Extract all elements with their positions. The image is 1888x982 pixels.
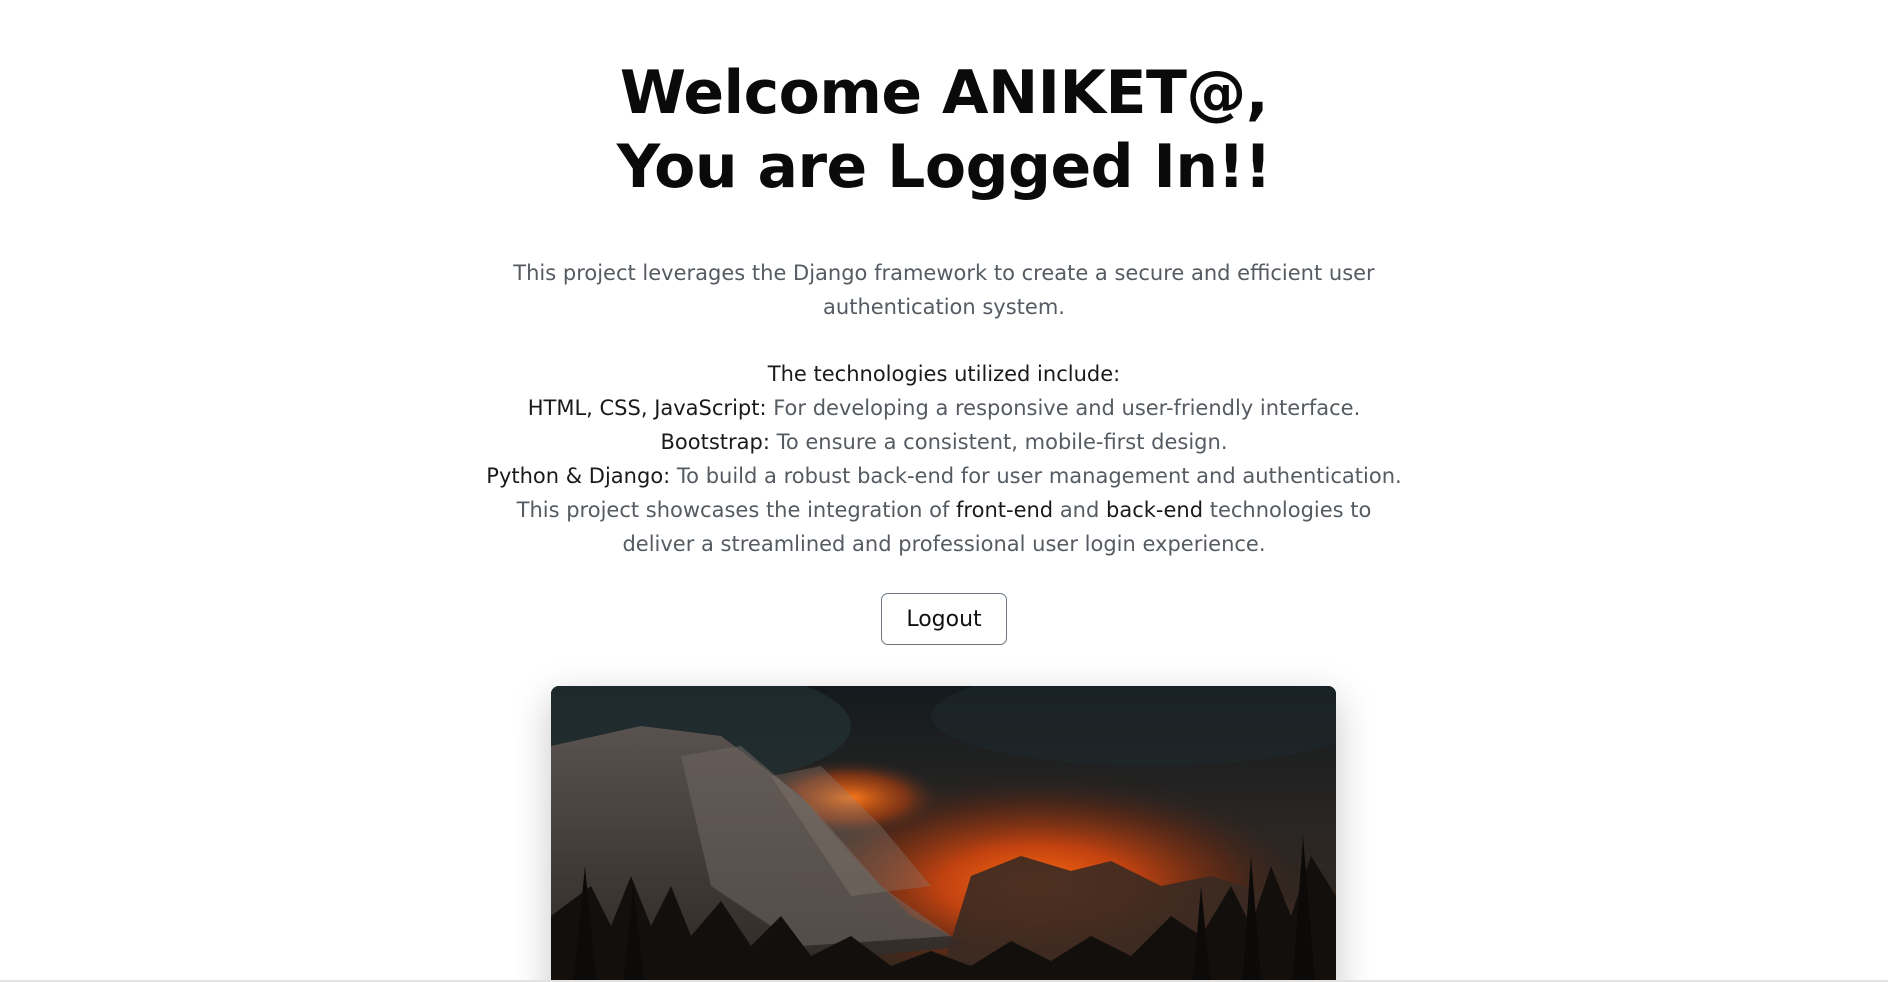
hero-section: Welcome ANIKET@, You are Logged In!! Thi… xyxy=(0,0,1888,645)
title-line-logged-in: You are Logged In!! xyxy=(616,132,1272,202)
landscape-image xyxy=(551,686,1336,982)
page-title: Welcome ANIKET@, You are Logged In!! xyxy=(0,0,1888,204)
tech-item-detail: For developing a responsive and user-fri… xyxy=(766,396,1361,420)
hero-image-card xyxy=(551,686,1336,982)
tech-item-name: HTML, CSS, JavaScript: xyxy=(527,396,767,420)
summary-and: and xyxy=(1053,498,1106,522)
technologies-heading: The technologies utilized include: xyxy=(767,362,1121,386)
project-description: This project leverages the Django framew… xyxy=(513,261,1375,319)
tech-item-bootstrap: Bootstrap: To ensure a consistent, mobil… xyxy=(484,425,1404,459)
tech-item-detail: To ensure a consistent, mobile-first des… xyxy=(769,430,1228,454)
logout-container: Logout xyxy=(0,593,1888,645)
tech-item-name: Python & Django: xyxy=(486,464,671,488)
technologies-section: The technologies utilized include: HTML,… xyxy=(484,357,1404,561)
project-summary: This project showcases the integration o… xyxy=(484,493,1404,561)
summary-text: This project showcases the integration o… xyxy=(516,498,957,522)
summary-backend: back-end xyxy=(1106,498,1204,522)
tech-item-detail: To build a robust back-end for user mana… xyxy=(670,464,1402,488)
title-line-welcome: Welcome ANIKET@, xyxy=(619,58,1269,128)
tech-item-name: Bootstrap: xyxy=(660,430,770,454)
logout-button[interactable]: Logout xyxy=(881,593,1007,645)
logged-in-page: Welcome ANIKET@, You are Logged In!! Thi… xyxy=(0,0,1888,982)
tech-item-backend: Python & Django: To build a robust back-… xyxy=(484,459,1404,493)
summary-frontend: front-end xyxy=(956,498,1054,522)
tech-item-frontend: HTML, CSS, JavaScript: For developing a … xyxy=(484,391,1404,425)
